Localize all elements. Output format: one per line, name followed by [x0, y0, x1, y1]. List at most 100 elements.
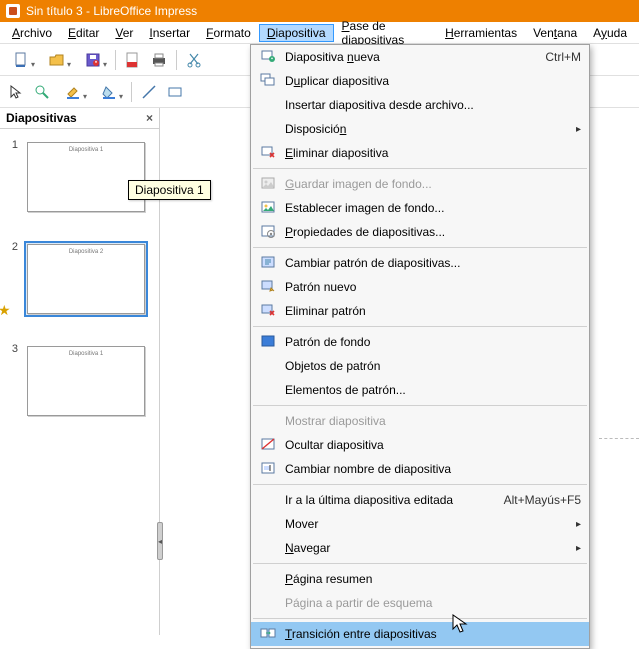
- close-icon[interactable]: ×: [146, 111, 153, 125]
- menu-item-eliminar-patrón[interactable]: Eliminar patrón: [251, 299, 589, 323]
- menu-herramientas[interactable]: Herramientas: [437, 24, 525, 42]
- print-button[interactable]: [147, 48, 171, 72]
- dup-slide-icon: [260, 72, 276, 91]
- slide-thumb-1[interactable]: 1Diapositiva 1: [8, 139, 151, 215]
- menu-item-label: Establecer imagen de fondo...: [281, 201, 581, 215]
- menu-item-mostrar-diapositiva: Mostrar diapositiva: [251, 409, 589, 433]
- menu-separator: [253, 484, 587, 485]
- menu-item-label: Ocultar diapositiva: [281, 438, 581, 452]
- menu-item-label: Disposición: [281, 122, 576, 136]
- menu-item-label: Ir a la última diapositiva editada: [281, 493, 494, 507]
- menu-diapositiva[interactable]: Diapositiva: [259, 24, 334, 42]
- thumb-caption: Diapositiva 1: [28, 351, 144, 357]
- cut-button[interactable]: [182, 48, 206, 72]
- master-del-icon: [260, 302, 276, 321]
- menu-item-label: Transición entre diapositivas: [281, 627, 581, 641]
- master-new-icon: [260, 278, 276, 297]
- tooltip-text: Diapositiva 1: [135, 183, 204, 197]
- menu-item-label: Patrón de fondo: [281, 335, 581, 349]
- menu-item-página-a-partir-de-esquema: Página a partir de esquema: [251, 591, 589, 615]
- menu-item-disposición[interactable]: Disposición: [251, 117, 589, 141]
- slide-number: 2: [8, 241, 18, 253]
- window-title: Sin título 3 - LibreOffice Impress: [26, 4, 197, 18]
- menu-separator: [253, 247, 587, 248]
- thumb-caption: Diapositiva 2: [28, 249, 144, 255]
- menu-item-propiedades-de-diapositivas[interactable]: Propiedades de diapositivas...: [251, 220, 589, 244]
- menu-item-ocultar-diapositiva[interactable]: Ocultar diapositiva: [251, 433, 589, 457]
- slide-thumb-3[interactable]: 3Diapositiva 1: [8, 343, 151, 419]
- menu-item-cambiar-patrón-de-diapositivas[interactable]: Cambiar patrón de diapositivas...: [251, 251, 589, 275]
- menu-item-página-resumen[interactable]: Página resumen: [251, 567, 589, 591]
- menubar: ArchivoEditarVerInsertarFormatoDiapositi…: [0, 22, 639, 44]
- select-tool[interactable]: [4, 80, 28, 104]
- toolbar-separator: [115, 50, 116, 70]
- menu-item-cambiar-nombre-de-diapositiva[interactable]: Cambiar nombre de diapositiva: [251, 457, 589, 481]
- menu-separator: [253, 618, 587, 619]
- slide-tooltip: Diapositiva 1: [128, 180, 211, 200]
- hide-slide-icon: [260, 436, 276, 455]
- menu-separator: [253, 168, 587, 169]
- menu-item-label: Mostrar diapositiva: [281, 414, 581, 428]
- menu-item-label: Cambiar nombre de diapositiva: [281, 462, 581, 476]
- app-icon: [6, 4, 20, 18]
- highlight-color-button[interactable]: [56, 80, 90, 104]
- menu-item-transición-entre-diapositivas[interactable]: Transición entre diapositivas: [251, 622, 589, 646]
- thumb-caption: Diapositiva 1: [28, 147, 144, 153]
- diapositiva-menu: Diapositiva nuevaCtrl+MDuplicar diaposit…: [250, 44, 590, 649]
- menu-item-duplicar-diapositiva[interactable]: Duplicar diapositiva: [251, 69, 589, 93]
- menu-item-elementos-de-patrón[interactable]: Elementos de patrón...: [251, 378, 589, 402]
- menu-separator: [253, 563, 587, 564]
- menu-item-mover[interactable]: Mover: [251, 512, 589, 536]
- save-button[interactable]: [76, 48, 110, 72]
- line-tool[interactable]: [137, 80, 161, 104]
- menu-editar[interactable]: Editar: [60, 24, 107, 42]
- slide-thumbnails: 1Diapositiva 12Diapositiva 2★3Diapositiv…: [0, 129, 159, 455]
- menu-shortcut: Alt+Mayús+F5: [494, 493, 581, 507]
- toolbar-separator: [131, 82, 132, 102]
- menu-item-eliminar-diapositiva[interactable]: Eliminar diapositiva: [251, 141, 589, 165]
- del-slide-icon: [260, 144, 276, 163]
- menu-item-label: Diapositiva nueva: [281, 50, 535, 64]
- menu-shortcut: Ctrl+M: [535, 50, 581, 64]
- menu-item-establecer-imagen-de-fondo[interactable]: Establecer imagen de fondo...: [251, 196, 589, 220]
- menu-item-navegar[interactable]: Navegar: [251, 536, 589, 560]
- menu-item-diapositiva-nueva[interactable]: Diapositiva nuevaCtrl+M: [251, 45, 589, 69]
- menu-archivo[interactable]: Archivo: [4, 24, 60, 42]
- toolbar-separator: [176, 50, 177, 70]
- menu-item-label: Propiedades de diapositivas...: [281, 225, 581, 239]
- menu-item-patrón-nuevo[interactable]: Patrón nuevo: [251, 275, 589, 299]
- menu-ventana[interactable]: Ventana: [525, 24, 585, 42]
- open-button[interactable]: [40, 48, 74, 72]
- menu-ayuda[interactable]: Ayuda: [585, 24, 635, 42]
- menu-item-label: Objetos de patrón: [281, 359, 581, 373]
- menu-formato[interactable]: Formato: [198, 24, 259, 42]
- fill-color-button[interactable]: [92, 80, 126, 104]
- new-slide-icon: [260, 48, 276, 67]
- menu-item-guardar-imagen-de-fondo: Guardar imagen de fondo...: [251, 172, 589, 196]
- menu-item-insertar-diapositiva-desde-archivo[interactable]: Insertar diapositiva desde archivo...: [251, 93, 589, 117]
- menu-insertar[interactable]: Insertar: [141, 24, 198, 42]
- menu-item-ir-a-la-última-diapositiva-editada[interactable]: Ir a la última diapositiva editadaAlt+Ma…: [251, 488, 589, 512]
- menu-item-label: Mover: [281, 517, 576, 531]
- slide-thumb-2[interactable]: 2Diapositiva 2★: [8, 241, 151, 317]
- menu-item-label: Eliminar patrón: [281, 304, 581, 318]
- export-pdf-button[interactable]: [121, 48, 145, 72]
- new-doc-button[interactable]: [4, 48, 38, 72]
- panel-splitter[interactable]: [157, 522, 163, 560]
- master-bg-icon: [260, 333, 276, 352]
- menu-item-label: Eliminar diapositiva: [281, 146, 581, 160]
- rect-tool[interactable]: [163, 80, 187, 104]
- zoom-tool[interactable]: [30, 80, 54, 104]
- menu-separator: [253, 405, 587, 406]
- menu-item-label: Cambiar patrón de diapositivas...: [281, 256, 581, 270]
- set-bg-icon: [260, 199, 276, 218]
- menu-item-label: Navegar: [281, 541, 576, 555]
- props-icon: [260, 223, 276, 242]
- menu-item-label: Elementos de patrón...: [281, 383, 581, 397]
- slide-panel-header: Diapositivas ×: [0, 108, 159, 129]
- menu-ver[interactable]: Ver: [107, 24, 141, 42]
- menu-item-patrón-de-fondo[interactable]: Patrón de fondo: [251, 330, 589, 354]
- menu-item-objetos-de-patrón[interactable]: Objetos de patrón: [251, 354, 589, 378]
- menu-item-label: Página resumen: [281, 572, 581, 586]
- guide-line: [599, 438, 639, 439]
